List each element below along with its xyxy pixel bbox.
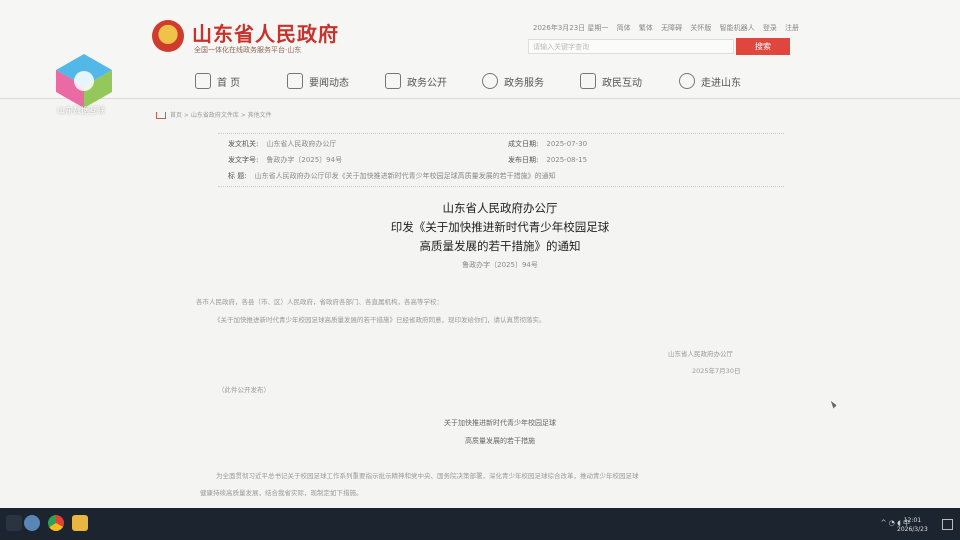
nav-item-interaction[interactable]: 政民互动 bbox=[580, 71, 642, 91]
document-body: 《关于加快推进新时代青少年校园足球高质量发展的若干措施》已经省政府同意，现印发给… bbox=[214, 316, 546, 324]
start-icon[interactable] bbox=[6, 515, 22, 531]
document-signature: 山东省人民政府办公厅 bbox=[668, 350, 733, 358]
meta-value: 山东省人民政府办公厅 bbox=[266, 140, 337, 148]
meta-title: 标 题: 山东省人民政府办公厅印发《关于加快推进新时代青少年校园足球高质量发展的若… bbox=[228, 171, 556, 181]
top-link-login[interactable]: 登录 bbox=[763, 24, 777, 32]
nav-item-about-shandong[interactable]: 走进山东 bbox=[679, 71, 741, 91]
meta-label: 发布日期: bbox=[508, 156, 539, 164]
nav-item-label: 首 页 bbox=[217, 77, 241, 89]
search-button[interactable]: 搜索 bbox=[736, 38, 790, 55]
attachment-title-line: 高质量发展的若干措施 bbox=[465, 437, 535, 445]
nav-item-news[interactable]: 要闻动态 bbox=[287, 71, 349, 91]
date-text: 2026年3月23日 星期一 bbox=[533, 24, 609, 32]
clock-time: 12:01 bbox=[903, 517, 922, 524]
meta-value: 鲁政办字〔2025〕94号 bbox=[266, 156, 343, 164]
nav-item-label: 走进山东 bbox=[701, 77, 741, 89]
meta-docno: 发文字号: 鲁政办字〔2025〕94号 bbox=[228, 155, 342, 165]
clock-date: 2026/3/23 bbox=[897, 526, 928, 533]
document-title-line: 印发《关于加快推进新时代青少年校园足球 bbox=[390, 220, 610, 234]
taskbar-clock[interactable]: 12:01 2026/3/23 bbox=[897, 516, 928, 534]
home-icon bbox=[156, 112, 166, 119]
top-link-accessibility[interactable]: 无障碍 bbox=[661, 24, 682, 32]
top-link-register[interactable]: 注册 bbox=[785, 24, 799, 32]
meta-value: 2025-08-15 bbox=[546, 156, 588, 164]
mouse-cursor-icon bbox=[830, 399, 838, 409]
meta-label: 发文字号: bbox=[228, 156, 259, 164]
news-icon bbox=[287, 73, 303, 89]
notification-icon[interactable] bbox=[942, 519, 953, 530]
app-icon[interactable] bbox=[24, 515, 40, 531]
chevron-up-icon[interactable]: ^ bbox=[881, 519, 887, 527]
document-number: 鲁政办字〔2025〕94号 bbox=[462, 261, 538, 269]
document-date: 2025年7月30日 bbox=[692, 367, 741, 375]
document-title-line: 高质量发展的若干措施》的通知 bbox=[419, 239, 581, 253]
heart-icon bbox=[482, 73, 498, 89]
meta-created-date: 成文日期: 2025-07-30 bbox=[508, 139, 587, 149]
document-recipients: 各市人民政府，各县（市、区）人民政府，省政府各部门、各直属机构，各高等学校： bbox=[196, 298, 443, 306]
chat-icon bbox=[580, 73, 596, 89]
home-icon bbox=[195, 73, 211, 89]
attachment-title-line: 关于加快推进新时代青少年校园足球 bbox=[444, 419, 556, 427]
top-link-simplified[interactable]: 简体 bbox=[617, 24, 631, 32]
meta-published-date: 发布日期: 2025-08-15 bbox=[508, 155, 587, 165]
top-link-robot[interactable]: 智能机器人 bbox=[720, 24, 755, 32]
browser-page: 山东省人民政府 全国一体化在线政务服务平台·山东 2026年3月23日 星期一 … bbox=[0, 0, 960, 508]
top-link-care-mode[interactable]: 关怀版 bbox=[690, 24, 711, 32]
document-paragraph: 为全面贯彻习近平总书记关于校园足球工作系列重要指示批示精神和党中央、国务院决策部… bbox=[216, 472, 639, 480]
public-note: （此件公开发布） bbox=[218, 386, 270, 394]
meta-label: 标 题: bbox=[228, 172, 247, 180]
chrome-icon[interactable] bbox=[48, 515, 64, 531]
site-header: 山东省人民政府 全国一体化在线政务服务平台·山东 2026年3月23日 星期一 … bbox=[0, 0, 960, 99]
nav-item-open-government[interactable]: 政务公开 bbox=[385, 71, 447, 91]
taskbar: ^ ◔ ◖ 中 12:01 2026/3/23 bbox=[0, 508, 960, 540]
meta-value: 2025-07-30 bbox=[546, 140, 588, 148]
meta-label: 发文机关: bbox=[228, 140, 259, 148]
wifi-icon[interactable]: ◔ bbox=[889, 519, 895, 527]
site-subtitle: 全国一体化在线政务服务平台·山东 bbox=[194, 46, 302, 54]
meta-issuer: 发文机关: 山东省人民政府办公厅 bbox=[228, 139, 336, 149]
site-title[interactable]: 山东省人民政府 bbox=[192, 18, 339, 47]
search-input[interactable]: 请输入关键字查询 bbox=[528, 39, 734, 54]
document-icon bbox=[385, 73, 401, 89]
tv-channel-logo-icon bbox=[56, 54, 112, 108]
document-title-line: 山东省人民政府办公厅 bbox=[442, 201, 558, 215]
national-emblem-icon bbox=[152, 20, 184, 52]
watermark-text: 山东数据互联 bbox=[57, 106, 105, 115]
nav-item-label: 政民互动 bbox=[602, 77, 642, 89]
breadcrumb[interactable]: 首页 > 山东省政府文件库 > 其他文件 bbox=[156, 110, 272, 119]
top-link-traditional[interactable]: 繁体 bbox=[639, 24, 653, 32]
nav-item-label: 政务公开 bbox=[407, 77, 447, 89]
nav-item-label: 政务服务 bbox=[504, 77, 544, 89]
document-title: 山东省人民政府办公厅 印发《关于加快推进新时代青少年校园足球 高质量发展的若干措… bbox=[220, 199, 780, 256]
folder-icon[interactable] bbox=[72, 515, 88, 531]
document-paragraph: 健康持续高质量发展，结合我省实际，现制定如下措施。 bbox=[200, 489, 363, 497]
document-meta: 发文机关: 山东省人民政府办公厅 发文字号: 鲁政办字〔2025〕94号 标 题: 山… bbox=[218, 133, 784, 187]
top-links: 2026年3月23日 星期一 简体 繁体 无障碍 关怀版 智能机器人 登录 注册 bbox=[533, 23, 805, 33]
meta-value: 山东省人民政府办公厅印发《关于加快推进新时代青少年校园足球高质量发展的若干措施》… bbox=[254, 172, 556, 180]
breadcrumb-text[interactable]: 首页 > 山东省政府文件库 > 其他文件 bbox=[170, 112, 272, 119]
location-icon bbox=[679, 73, 695, 89]
meta-label: 成文日期: bbox=[508, 140, 539, 148]
nav-item-label: 要闻动态 bbox=[309, 77, 349, 89]
nav-item-services[interactable]: 政务服务 bbox=[482, 71, 544, 91]
nav-item-home[interactable]: 首 页 bbox=[195, 71, 240, 91]
